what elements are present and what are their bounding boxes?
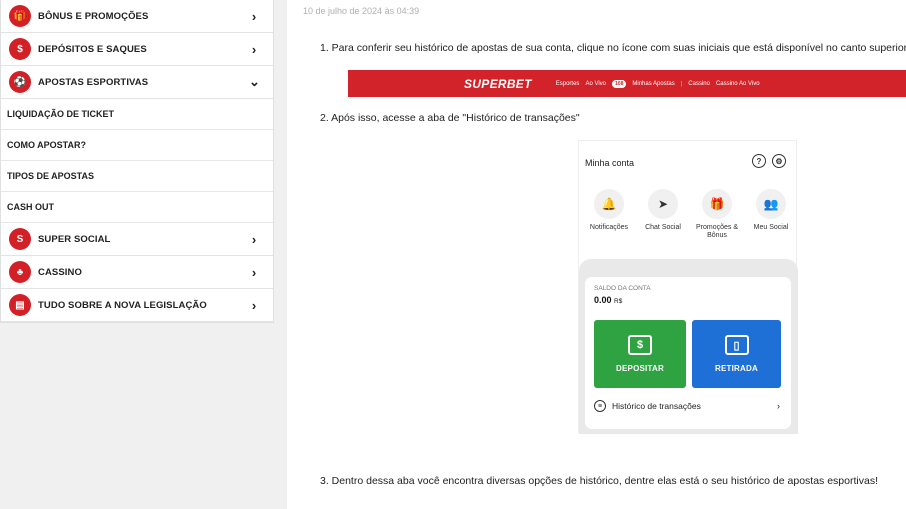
- chevron-right-icon: ›: [777, 401, 780, 411]
- people-icon: 👥: [756, 189, 786, 219]
- balance-label: SALDO DA CONTA: [594, 285, 651, 292]
- live-count-badge: 108: [612, 79, 627, 88]
- chevron-right-icon: ›: [251, 41, 257, 57]
- sidebar: 🎁 BÔNUS E PROMOÇÕES › $ DEPÓSITOS E SAQU…: [0, 0, 287, 509]
- withdraw-button: ▯ RETIRADA: [692, 320, 781, 388]
- nav-my-bets: Minhas Apostas: [632, 80, 675, 87]
- chevron-right-icon: ›: [251, 231, 257, 247]
- header-nav: Esportes Ao Vivo 108 Minhas Apostas | Ca…: [555, 79, 760, 88]
- sidebar-item-deposits[interactable]: $ DEPÓSITOS E SAQUES ›: [1, 33, 273, 66]
- page: 🎁 BÔNUS E PROMOÇÕES › $ DEPÓSITOS E SAQU…: [0, 0, 906, 509]
- action-label: Promoções & Bônus: [695, 224, 739, 240]
- help-menu: 🎁 BÔNUS E PROMOÇÕES › $ DEPÓSITOS E SAQU…: [0, 0, 274, 323]
- action-promotions: 🎁 Promoções & Bônus: [691, 189, 743, 241]
- sidebar-item-super-social[interactable]: S SUPER SOCIAL ›: [1, 223, 273, 256]
- nav-casino: Cassino: [688, 80, 710, 87]
- gift-icon: 🎁: [702, 189, 732, 219]
- action-label: Chat Social: [645, 224, 681, 231]
- sidebar-item-label: TUDO SOBRE A NOVA LEGISLAÇÃO: [38, 299, 207, 311]
- help-icon: ?: [752, 154, 766, 168]
- nav-sports: Esportes: [555, 80, 580, 87]
- superbet-logo: SUPERBET: [464, 76, 532, 91]
- withdraw-label: RETIRADA: [715, 364, 758, 373]
- account-menu-screenshot: Minha conta ? ⚙ 🔔 Notificações ➤ Chat So…: [578, 140, 798, 434]
- social-icon: S: [9, 228, 31, 250]
- atm-icon: ▯: [724, 335, 749, 355]
- soccer-ball-icon: ⚽: [9, 71, 31, 93]
- sidebar-item-label: APOSTAS ESPORTIVAS: [38, 76, 149, 88]
- sidebar-subitem-how-to-bet[interactable]: COMO APOSTAR?: [1, 130, 273, 161]
- history-label: Histórico de transações: [612, 401, 701, 411]
- nav-live-casino: Cassino Ao Vivo: [715, 80, 760, 87]
- nav-separator: |: [680, 80, 683, 87]
- sidebar-item-label: SUPER SOCIAL: [38, 233, 111, 245]
- sidebar-item-label: BÔNUS E PROMOÇÕES: [38, 10, 149, 22]
- nav-live: Ao Vivo: [585, 80, 607, 87]
- step-1-text: 1. Para conferir seu histórico de aposta…: [320, 42, 906, 54]
- sidebar-item-label: DEPÓSITOS E SAQUES: [38, 43, 147, 55]
- action-my-social: 👥 Meu Social: [745, 189, 797, 241]
- sidebar-subitem-cash-out[interactable]: CASH OUT: [1, 192, 273, 223]
- gift-icon: 🎁: [9, 5, 31, 27]
- wallet-card: SALDO DA CONTA 0.00 R$ $ DEPOSITAR ▯ RET…: [585, 277, 791, 429]
- chevron-right-icon: ›: [251, 264, 257, 280]
- document-icon: ▤: [9, 294, 31, 316]
- balance-value: 0.00 R$: [594, 295, 622, 305]
- sidebar-subitem-bet-types[interactable]: TIPOS DE APOSTAS: [1, 161, 273, 192]
- action-label: Notificações: [589, 224, 629, 231]
- money-icon: $: [628, 335, 652, 355]
- action-chat-social: ➤ Chat Social: [637, 189, 689, 241]
- balance-amount: 0.00: [594, 295, 612, 305]
- deposit-label: DEPOSITAR: [616, 364, 664, 373]
- article-content: 10 de julho de 2024 às 04:39 1. Para con…: [287, 0, 906, 509]
- balance-currency: R$: [614, 298, 623, 305]
- account-header-icons: ? ⚙: [752, 154, 786, 168]
- list-icon: ≡: [594, 400, 606, 412]
- sidebar-item-sports-bets[interactable]: ⚽ APOSTAS ESPORTIVAS ⌄: [1, 66, 273, 99]
- chevron-right-icon: ›: [251, 297, 257, 313]
- sidebar-item-casino[interactable]: ♣ CASSINO ›: [1, 256, 273, 289]
- action-notifications: 🔔 Notificações: [583, 189, 635, 241]
- step-2-text: 2. Após isso, acesse a aba de "Histórico…: [320, 112, 580, 124]
- chevron-right-icon: ›: [251, 8, 257, 24]
- superbet-header-screenshot: SUPERBET Esportes Ao Vivo 108 Minhas Apo…: [348, 70, 906, 97]
- sidebar-item-bonus[interactable]: 🎁 BÔNUS E PROMOÇÕES ›: [1, 0, 273, 33]
- bell-icon: 🔔: [594, 189, 624, 219]
- sidebar-item-label: CASSINO: [38, 266, 82, 278]
- article-date: 10 de julho de 2024 às 04:39: [303, 6, 420, 16]
- deposit-button: $ DEPOSITAR: [594, 320, 686, 388]
- account-quick-actions: 🔔 Notificações ➤ Chat Social 🎁 Promoções…: [583, 189, 797, 241]
- chevron-down-icon: ⌄: [249, 74, 260, 89]
- send-icon: ➤: [648, 189, 678, 219]
- casino-chip-icon: ♣: [9, 261, 31, 283]
- sidebar-subitem-ticket-settlement[interactable]: LIQUIDAÇÃO DE TICKET: [1, 99, 273, 130]
- sidebar-item-legislation[interactable]: ▤ TUDO SOBRE A NOVA LEGISLAÇÃO ›: [1, 289, 273, 322]
- action-label: Meu Social: [753, 224, 789, 231]
- money-hand-icon: $: [9, 38, 31, 60]
- transaction-history-link: ≡ Histórico de transações ›: [594, 400, 780, 412]
- gear-icon: ⚙: [772, 154, 786, 168]
- account-title: Minha conta: [585, 158, 635, 168]
- step-3-text: 3. Dentro dessa aba você encontra divers…: [320, 475, 878, 487]
